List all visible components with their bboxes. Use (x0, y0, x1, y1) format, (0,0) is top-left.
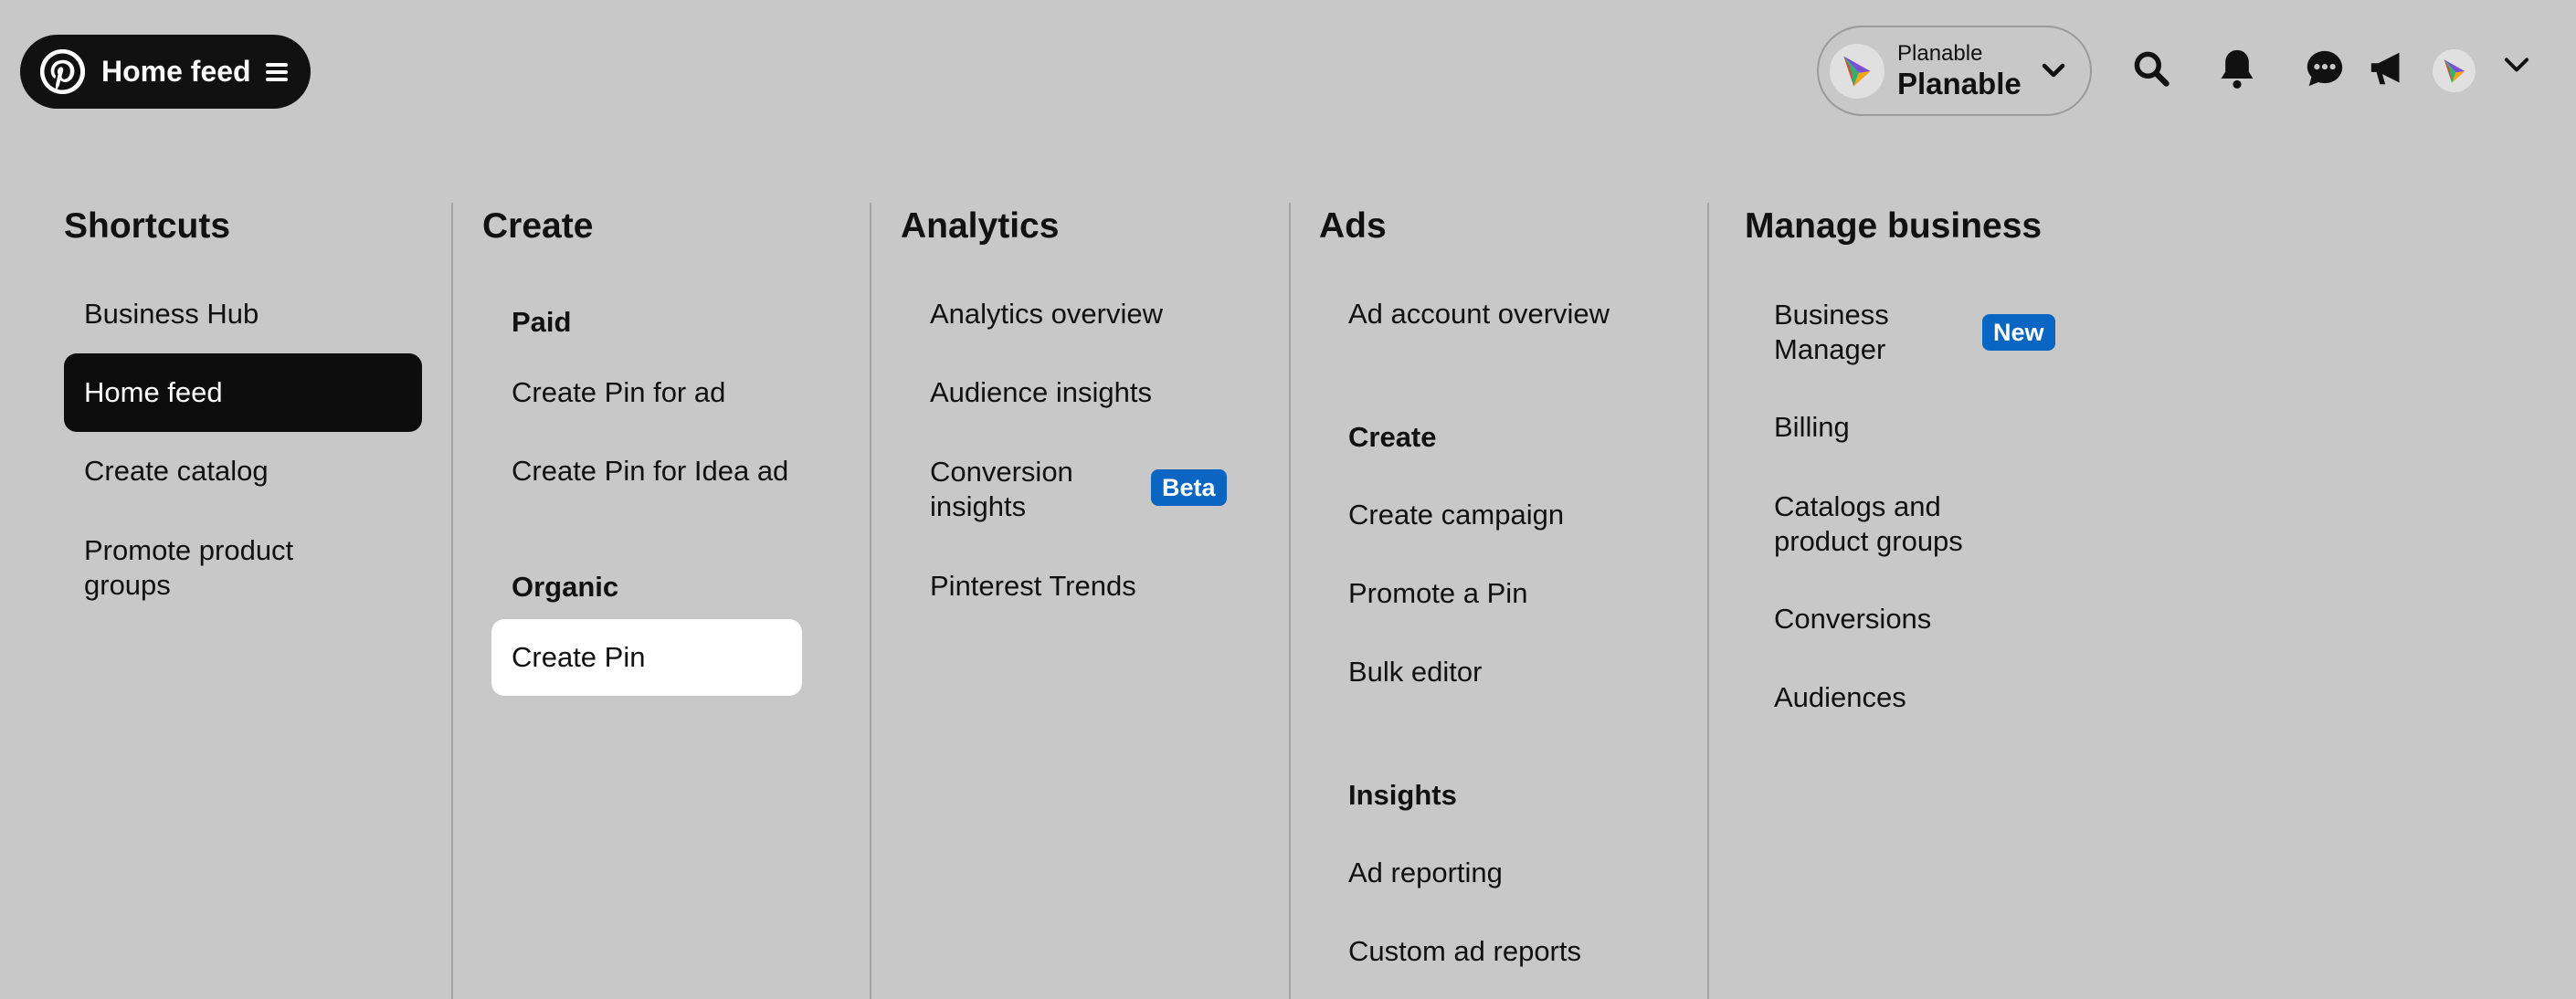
conversion-line-1: Conversion (930, 456, 1073, 488)
bell-icon[interactable] (2212, 44, 2262, 93)
home-feed-menu-button[interactable]: Home feed (20, 35, 311, 109)
promote-line-1: Promote product (84, 534, 294, 566)
chat-icon[interactable] (2300, 44, 2349, 93)
business-manager-line-1: Business (1774, 299, 1889, 331)
menu-icon (265, 62, 288, 82)
shortcuts-title: Shortcuts (64, 206, 231, 246)
analytics-title: Analytics (901, 206, 1060, 246)
audience-insights[interactable]: Audience insights (910, 369, 1275, 416)
conversion-line-2: insights (930, 490, 1027, 522)
shortcut-business-hub[interactable]: Business Hub (64, 290, 422, 338)
catalogs-and-product-groups[interactable]: Catalogs and product groups (1754, 488, 2119, 561)
chevron-down-icon (2042, 63, 2065, 79)
beta-badge: Beta (1151, 469, 1227, 506)
conversions[interactable]: Conversions (1754, 595, 2119, 643)
billing[interactable]: Billing (1754, 404, 2119, 451)
home-feed-label: Home feed (101, 55, 251, 88)
column-divider (1289, 203, 1291, 999)
search-icon[interactable] (2127, 44, 2176, 93)
ad-reporting[interactable]: Ad reporting (1328, 849, 1694, 897)
catalogs-line-1: Catalogs and (1774, 490, 1941, 522)
create-title: Create (482, 206, 594, 246)
organic-heading: Organic (512, 571, 619, 603)
create-pin-for-idea-ad[interactable]: Create Pin for Idea ad (491, 447, 857, 495)
analytics-overview[interactable]: Analytics overview (910, 290, 1275, 338)
ads-create-heading: Create (1348, 421, 1437, 453)
shortcut-create-catalog[interactable]: Create catalog (64, 447, 422, 495)
pinterest-trends[interactable]: Pinterest Trends (910, 563, 1275, 610)
promote-line-2: groups (84, 569, 171, 601)
business-manager[interactable]: Business Manager (1754, 296, 2119, 369)
column-divider (1707, 203, 1709, 999)
manage-business-title: Manage business (1745, 206, 2043, 246)
account-name: Planable (1897, 66, 2022, 100)
ad-account-overview[interactable]: Ad account overview (1328, 290, 1694, 338)
catalogs-line-2: product groups (1774, 525, 1963, 557)
insights-heading: Insights (1348, 779, 1457, 811)
bulk-editor[interactable]: Bulk editor (1328, 648, 1694, 696)
promote-a-pin[interactable]: Promote a Pin (1328, 570, 1694, 617)
paid-heading: Paid (512, 306, 572, 338)
top-bar: Home feed Planable Planable (0, 0, 2576, 137)
business-manager-line-2: Manager (1774, 333, 1886, 365)
shortcut-home-feed[interactable]: Home feed (64, 353, 422, 432)
profile-avatar[interactable] (2433, 49, 2476, 92)
chevron-down-icon[interactable] (2503, 57, 2530, 75)
custom-ad-reports[interactable]: Custom ad reports (1328, 928, 1694, 975)
column-divider (870, 203, 871, 999)
pinterest-logo-icon (40, 49, 85, 94)
ads-title: Ads (1319, 206, 1387, 246)
create-pin[interactable]: Create Pin (491, 619, 802, 696)
create-pin-for-ad[interactable]: Create Pin for ad (491, 369, 857, 416)
account-name-block: Planable Planable (1897, 41, 2022, 101)
audiences[interactable]: Audiences (1754, 674, 2119, 721)
column-divider (451, 203, 453, 999)
create-campaign[interactable]: Create campaign (1328, 491, 1694, 539)
megaphone-icon[interactable] (2364, 44, 2413, 93)
new-badge: New (1982, 314, 2055, 351)
planable-logo-icon (1830, 43, 1884, 99)
account-switcher[interactable]: Planable Planable (1817, 26, 2092, 116)
account-name-small: Planable (1897, 40, 1983, 66)
shortcut-promote-product-groups[interactable]: Promote product groups (64, 531, 422, 605)
